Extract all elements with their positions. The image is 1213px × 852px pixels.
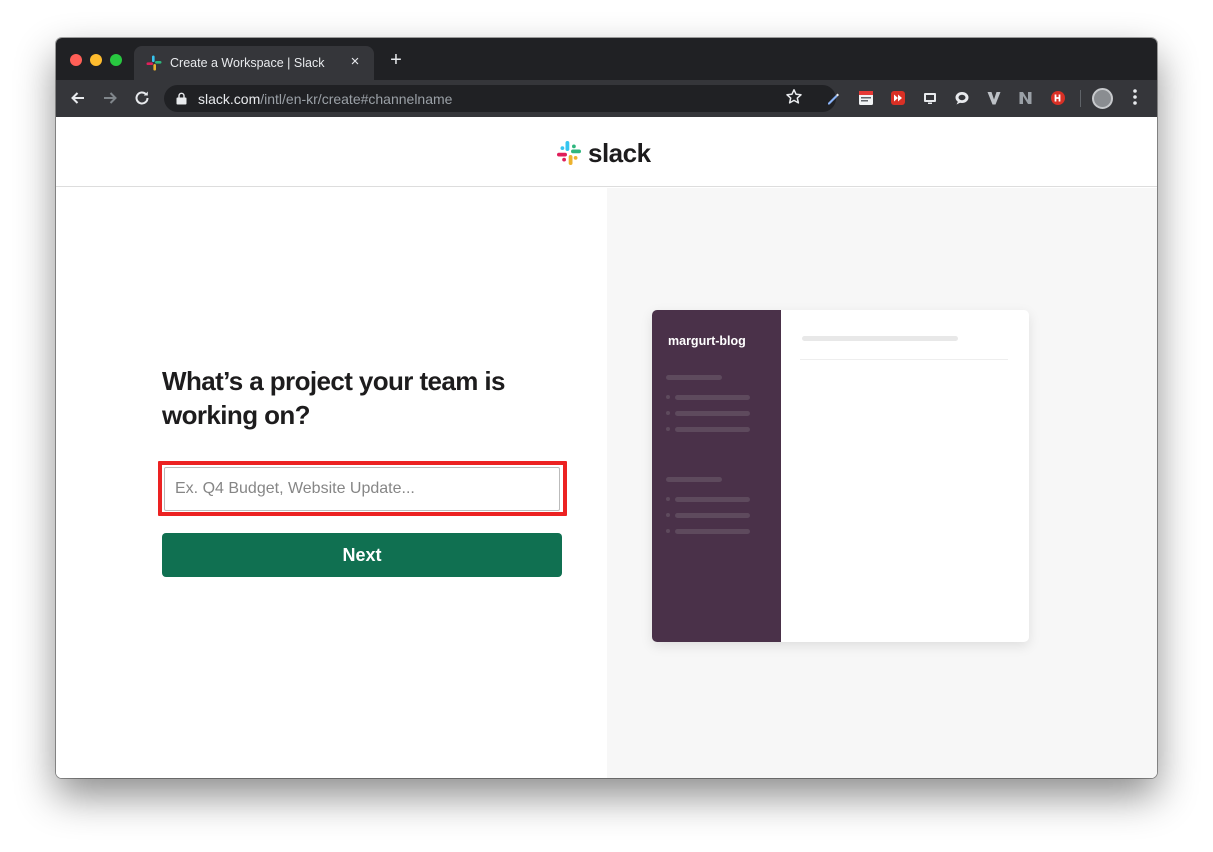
preview-skeleton-dot: [666, 513, 670, 517]
project-name-input[interactable]: [164, 467, 560, 511]
preview-skeleton-line: [675, 529, 750, 534]
preview-skeleton-dot: [666, 497, 670, 501]
preview-skeleton-line: [675, 497, 750, 502]
form-pane: What’s a project your team is working on…: [56, 188, 607, 778]
screen-extension-icon[interactable]: [922, 90, 938, 106]
preview-skeleton-line: [675, 513, 750, 518]
preview-skeleton-dot: [666, 427, 670, 431]
preview-skeleton-dot: [666, 411, 670, 415]
preview-workspace-name: margurt-blog: [668, 334, 746, 348]
preview-skeleton-line: [675, 395, 750, 400]
reload-icon[interactable]: [132, 88, 152, 108]
chat-bubble-extension-icon[interactable]: [954, 90, 970, 106]
page-header: slack: [56, 117, 1157, 187]
preview-skeleton-dot: [666, 529, 670, 533]
preview-divider: [800, 359, 1008, 360]
preview-skeleton-heading: [666, 477, 722, 482]
n-extension-icon[interactable]: [1018, 90, 1034, 106]
url-text: slack.com/intl/en-kr/create#channelname: [198, 91, 452, 107]
slack-favicon-icon: [146, 55, 162, 71]
tab-create-workspace[interactable]: Create a Workspace | Slack ×: [134, 46, 374, 80]
tab-title: Create a Workspace | Slack: [170, 56, 325, 70]
back-arrow-icon[interactable]: [68, 88, 88, 108]
preview-skeleton-heading: [666, 375, 722, 380]
slack-wordmark: slack: [588, 137, 651, 168]
pen-extension-icon[interactable]: [825, 90, 841, 106]
forward-arrow-icon[interactable]: [100, 88, 120, 108]
address-bar[interactable]: slack.com/intl/en-kr/create#channelname: [164, 85, 836, 112]
toolbar-separator: [1080, 90, 1081, 107]
tab-strip: Create a Workspace | Slack × +: [56, 38, 1157, 80]
close-window-button[interactable]: [70, 54, 82, 66]
preview-skeleton-dot: [666, 395, 670, 399]
bookmark-star-icon[interactable]: [785, 88, 803, 111]
url-host: slack.com: [198, 91, 261, 107]
new-tab-button[interactable]: +: [386, 50, 406, 70]
slack-logo[interactable]: slack: [556, 137, 651, 168]
lock-icon: [176, 92, 187, 105]
preview-skeleton-title: [802, 336, 958, 341]
fast-forward-extension-icon[interactable]: [890, 90, 906, 106]
zoom-window-button[interactable]: [110, 54, 122, 66]
preview-sidebar: margurt-blog: [652, 310, 781, 642]
tab-close-icon[interactable]: ×: [346, 53, 364, 71]
kebab-menu-icon[interactable]: [1130, 87, 1140, 112]
workspace-preview-card: margurt-blog: [652, 310, 1029, 642]
shield-extension-icon[interactable]: [1050, 90, 1066, 106]
profile-avatar[interactable]: [1092, 88, 1113, 109]
browser-window: Create a Workspace | Slack × + slack.com…: [56, 38, 1157, 778]
preview-skeleton-line: [675, 411, 750, 416]
preview-pane: margurt-blog: [607, 188, 1157, 778]
url-path: /intl/en-kr/create#channelname: [260, 91, 453, 107]
v-extension-icon[interactable]: [986, 90, 1002, 106]
notes-extension-icon[interactable]: [858, 90, 874, 106]
next-button[interactable]: Next: [162, 533, 562, 577]
slack-logo-icon: [557, 141, 581, 165]
browser-toolbar: slack.com/intl/en-kr/create#channelname: [56, 80, 1157, 117]
page-content: slack What’s a project your team is work…: [56, 117, 1157, 778]
minimize-window-button[interactable]: [90, 54, 102, 66]
preview-skeleton-line: [675, 427, 750, 432]
project-question: What’s a project your team is working on…: [162, 366, 505, 430]
